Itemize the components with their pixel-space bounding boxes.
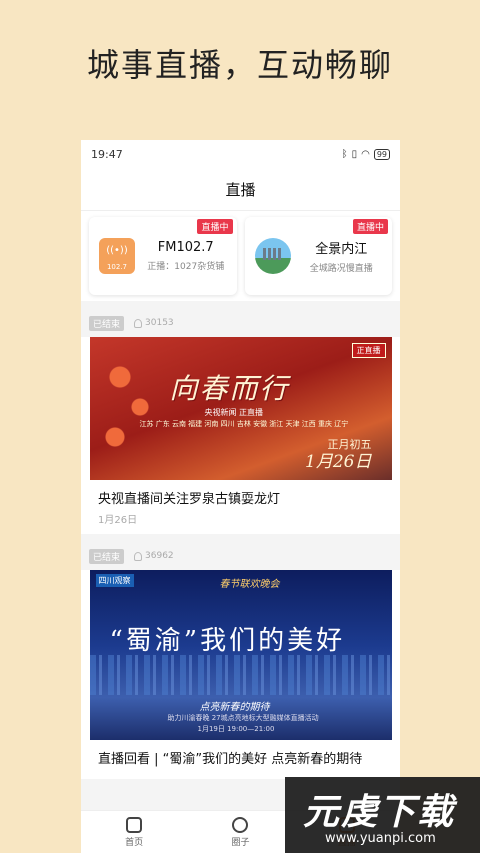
tab-label: 首页 bbox=[125, 837, 144, 848]
person-icon bbox=[134, 551, 143, 561]
status-time: 19:47 bbox=[91, 147, 123, 161]
live-badge: 直播中 bbox=[352, 219, 388, 234]
item-date: 1月26日 bbox=[98, 515, 138, 526]
live-card-fm[interactable]: 直播中 102.7 FM102.7 正播：1027杂货铺 bbox=[89, 217, 237, 295]
banner-date: 1月26日 bbox=[305, 452, 372, 472]
home-icon bbox=[126, 816, 143, 833]
viewer-number: 30153 bbox=[145, 318, 174, 328]
fm-radio-icon: 102.7 bbox=[99, 238, 135, 274]
vibrate-icon: ▯ bbox=[351, 148, 358, 160]
card-title: FM102.7 bbox=[157, 240, 214, 255]
circle-icon bbox=[232, 816, 249, 833]
banner-subtitle: 点亮新春的期待 bbox=[199, 702, 270, 713]
video-thumbnail[interactable]: 正直播 向春而行 央视新闻 正直播 江苏 广东 云南 福建 河南 四川 吉林 安… bbox=[89, 337, 392, 480]
card-subtitle: 正播：1027杂货铺 bbox=[147, 262, 225, 272]
watermark-logo: 元虔下载 bbox=[303, 792, 456, 833]
skyline-decoration bbox=[89, 655, 392, 695]
tab-home[interactable]: 首页 bbox=[81, 811, 187, 853]
page-headline: 城事直播，互动畅聊 bbox=[86, 46, 393, 84]
tab-label: 圈子 bbox=[231, 837, 250, 848]
person-icon bbox=[134, 318, 143, 328]
city-panorama-icon bbox=[254, 238, 291, 274]
banner-time: 1月19日 19:00—21:00 bbox=[197, 725, 275, 733]
item-title[interactable]: 直播回看 | “蜀渝”我们的美好 点亮新春的期待 bbox=[81, 740, 400, 771]
channel-logo: 四川观察 bbox=[95, 574, 134, 587]
card-subtitle: 全城路况慢直播 bbox=[309, 264, 373, 274]
card-title: 全景内江 bbox=[315, 242, 368, 257]
status-bar: 19:47 ᛒ ▯ ◠ 99 bbox=[81, 140, 400, 168]
item-meta: 已结束 36962 bbox=[81, 542, 400, 570]
bluetooth-icon: ᛒ bbox=[341, 148, 348, 160]
viewer-count: 30153 bbox=[134, 318, 174, 328]
lantern-decoration bbox=[99, 347, 160, 467]
battery-icon: 99 bbox=[373, 148, 390, 160]
watermark-url: www.yuanpi.com bbox=[325, 831, 436, 846]
status-badge: 已结束 bbox=[89, 315, 125, 331]
tab-circle[interactable]: 圈子 bbox=[187, 811, 293, 853]
banner-subtitle: 央视新闻 正直播 bbox=[204, 408, 264, 417]
banner-title: 向春而行 bbox=[169, 372, 290, 405]
video-thumbnail[interactable]: 四川观察 春节联欢晚会 “蜀渝”我们的美好 点亮新春的期待 助力川渝春晚 27城… bbox=[89, 570, 392, 740]
show-logo: 春节联欢晚会 bbox=[219, 579, 280, 590]
item-title[interactable]: 央视直播间关注罗泉古镇耍龙灯 bbox=[81, 480, 400, 511]
live-badge: 直播中 bbox=[197, 219, 233, 234]
watermark-overlay: 元虔下载 www.yuanpi.com bbox=[285, 777, 480, 853]
feed-item[interactable]: 已结束 36962 四川观察 春节联欢晚会 “蜀渝”我们的美好 点亮新春的期待 … bbox=[81, 542, 400, 779]
banner-title: “蜀渝”我们的美好 bbox=[109, 626, 346, 656]
feed-item[interactable]: 已结束 30153 正直播 向春而行 央视新闻 正直播 江苏 广东 云南 福建 … bbox=[81, 309, 400, 534]
phone-screen: 19:47 ᛒ ▯ ◠ 99 直播 直播中 102.7 FM102.7 正播：1… bbox=[81, 140, 400, 853]
status-badge: 已结束 bbox=[89, 548, 125, 564]
banner-badge: 正直播 bbox=[351, 343, 386, 358]
status-icons: ᛒ ▯ ◠ 99 bbox=[341, 148, 390, 160]
item-meta: 已结束 30153 bbox=[81, 309, 400, 337]
banner-description: 助力川渝春晚 27城点亮地标大型融媒体直播活动 bbox=[167, 714, 319, 722]
viewer-count: 36962 bbox=[134, 551, 174, 561]
viewer-number: 36962 bbox=[145, 551, 174, 561]
nav-title: 直播 bbox=[81, 168, 400, 211]
live-cards: 直播中 102.7 FM102.7 正播：1027杂货铺 直播中 全景内江 全城… bbox=[81, 211, 400, 301]
banner-provinces: 江苏 广东 云南 福建 河南 四川 吉林 安徽 浙江 天津 江西 重庆 辽宁 bbox=[139, 420, 349, 428]
wifi-icon: ◠ bbox=[361, 148, 370, 160]
live-card-panorama[interactable]: 直播中 全景内江 全城路况慢直播 bbox=[244, 217, 392, 295]
